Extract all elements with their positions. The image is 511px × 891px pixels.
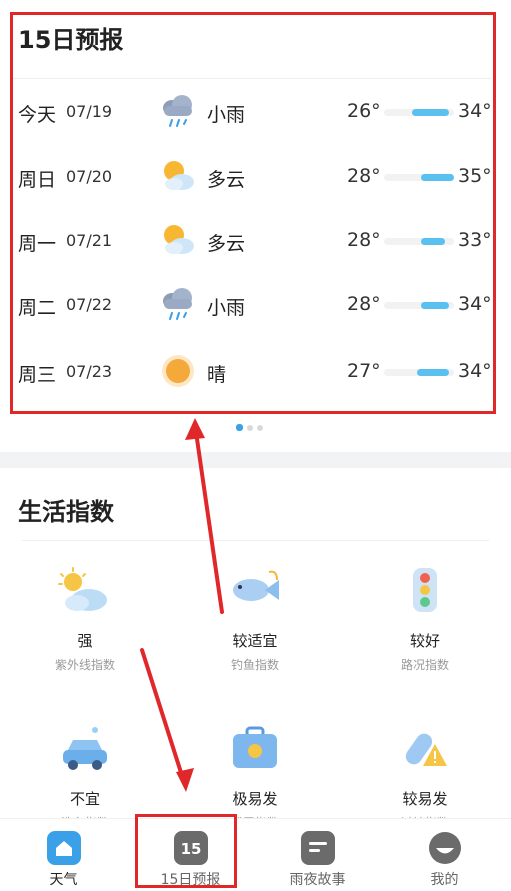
forecast-row[interactable]: 周一 07/21 多云 28° 33° [0,221,511,261]
traffic-light-icon [395,566,455,618]
forecast-day: 周日 [18,169,57,191]
home-icon [47,831,81,865]
temperature-range-fill [421,174,454,181]
forecast-condition: 小雨 [207,297,246,319]
life-index-value: 较好 [409,632,440,650]
medical-kit-icon [225,724,285,776]
forecast-condition: 多云 [207,233,246,255]
forecast-row[interactable]: 周日 07/20 多云 28° 35° [0,157,511,197]
calendar-15-icon: 15 [174,831,208,865]
life-index-traffic[interactable]: 较好 路况指数 [340,566,510,696]
forecast-date: 07/20 [66,167,113,186]
forecast-card: 15日预报 今天 07/19 小雨 26° 34° 周日 07/20 多云 28… [0,0,511,440]
life-index-value: 强 [77,632,93,650]
life-index-divider [22,540,489,541]
forecast-low: 28° [347,293,381,315]
temperature-range-fill [416,369,450,376]
forecast-day: 周三 [18,364,57,386]
story-icon [301,831,335,865]
life-index-label: 路况指数 [400,658,449,672]
forecast-row[interactable]: 今天 07/19 小雨 26° 34° [0,92,511,132]
temperature-range-bar [384,238,454,245]
life-index-value: 不宜 [69,790,100,808]
forecast-condition: 晴 [207,364,227,386]
forecast-date: 07/22 [66,295,113,314]
light-rain-icon [158,92,198,130]
forecast-row[interactable]: 周三 07/23 晴 27° 34° [0,352,511,392]
forecast-date: 07/19 [66,102,113,121]
life-index-value: 较适宜 [232,632,278,650]
forecast-low: 28° [347,165,381,187]
forecast-day: 今天 [18,104,57,126]
forecast-low: 26° [347,100,381,122]
forecast-condition: 多云 [207,169,246,191]
life-index-title: 生活指数 [18,498,114,526]
allergy-pill-icon [395,724,455,776]
partly-cloudy-icon [158,157,198,195]
partly-cloudy-icon [158,221,198,259]
forecast-date: 07/23 [66,362,113,381]
car-wash-icon [55,724,115,776]
forecast-title: 15日预报 [18,26,124,54]
temperature-range-fill [421,302,450,309]
page-dot [257,425,263,431]
forecast-low: 28° [347,229,381,251]
calendar-badge-text: 15 [181,840,202,858]
life-index-uv[interactable]: 强 紫外线指数 [0,566,170,696]
temperature-range-bar [384,302,454,309]
life-index-value: 极易发 [232,790,278,808]
temperature-range-fill [412,109,450,116]
light-rain-icon [158,285,198,323]
sunny-icon [158,352,198,390]
tab-label: 雨夜故事 [289,872,346,888]
forecast-high: 34° [458,293,492,315]
temperature-range-bar [384,174,454,181]
forecast-condition: 小雨 [207,104,246,126]
forecast-day: 周二 [18,297,57,319]
fish-icon [225,566,285,618]
page-dot [247,425,253,431]
temperature-range-fill [421,238,445,245]
bottom-tab-bar: 天气 15 15日预报 雨夜故事 我的 [0,818,511,891]
tab-label: 天气 [49,872,78,888]
tab-profile[interactable]: 我的 [381,819,508,891]
forecast-high: 33° [458,229,492,251]
temperature-range-bar [384,369,454,376]
forecast-high: 35° [458,165,492,187]
life-index-value: 较易发 [402,790,448,808]
life-index-label: 钓鱼指数 [230,658,279,672]
forecast-day: 周一 [18,233,57,255]
page-dot-active [236,424,243,431]
section-separator [0,452,511,468]
forecast-divider [12,78,491,79]
tab-label: 15日预报 [160,872,221,888]
tab-rainy-night-story[interactable]: 雨夜故事 [254,819,381,891]
tab-weather[interactable]: 天气 [0,819,127,891]
life-index-fishing[interactable]: 较适宜 钓鱼指数 [170,566,340,696]
profile-icon [428,831,462,865]
forecast-row[interactable]: 周二 07/22 小雨 28° 34° [0,285,511,325]
forecast-low: 27° [347,360,381,382]
forecast-high: 34° [458,360,492,382]
tab-15-day-forecast[interactable]: 15 15日预报 [127,819,254,891]
sun-cloud-icon [55,566,115,618]
tab-label: 我的 [430,872,459,888]
life-index-label: 紫外线指数 [54,658,115,672]
temperature-range-bar [384,109,454,116]
forecast-date: 07/21 [66,231,113,250]
forecast-high: 34° [458,100,492,122]
